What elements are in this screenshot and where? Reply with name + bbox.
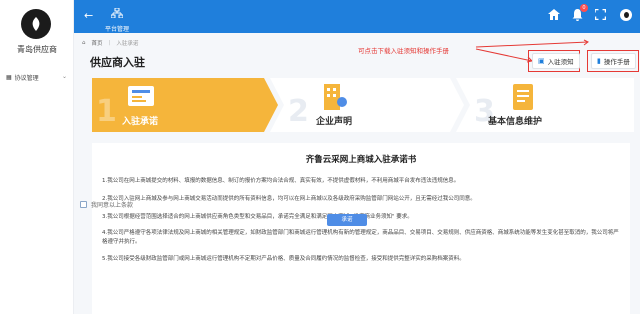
notice-button-label: 入驻须知 (547, 58, 574, 66)
agree-label: 我同意以上条款 (91, 202, 134, 209)
paragraph: 4.我公司严格遵守各项法律法规及网上商城的相关管理规定，如财政监管部门和商城运行… (102, 230, 619, 245)
manual-button[interactable]: ▮ 操作手册 (591, 53, 636, 69)
top-header: ← 平台管理 0 (74, 0, 640, 33)
nav-platform-management[interactable]: 平台管理 (102, 3, 132, 33)
step-number: 1 (96, 94, 117, 129)
fullscreen-icon[interactable] (594, 8, 607, 23)
step-1: 1 入驻承诺 (92, 78, 264, 132)
logo (21, 9, 51, 39)
briefcase-icon: ▣ (538, 57, 545, 65)
paragraph: 1.我公司在网上商城提交的材料、填报的数据信息、制订的报价方案均合法合规、真实有… (102, 178, 460, 184)
id-card-icon (128, 86, 154, 106)
agree-checkbox[interactable] (80, 201, 87, 208)
org-chart-icon (110, 7, 124, 19)
sidebar-item-agreement[interactable]: ▦ 协议管理 ⌄ (6, 73, 67, 82)
step-label: 基本信息维护 (488, 117, 543, 127)
notice-button[interactable]: ▣ 入驻须知 (532, 53, 580, 69)
step-label: 入驻承诺 (122, 117, 159, 127)
chevron-down-icon: ⌄ (62, 73, 68, 80)
manual-button-label: 操作手册 (603, 58, 630, 66)
paragraph: 2.我公司入驻网上商城及参与网上商城交易活动而提供的所有资料信息，均可以在网上商… (102, 196, 476, 202)
logo-text: 青岛供应商 (17, 45, 57, 54)
document-title: 齐鲁云采网上商城入驻承诺书 (305, 155, 417, 165)
document-icon (513, 84, 533, 110)
commitment-card: 齐鲁云采网上商城入驻承诺书 1.我公司在网上商城提交的材料、填报的数据信息、制订… (92, 143, 630, 314)
user-avatar[interactable] (620, 9, 632, 21)
sidebar-item-label: 协议管理 (14, 75, 39, 82)
logo-icon (32, 17, 40, 31)
paragraph: 5.我公司接受各级财政监管部门或网上商城运行管理机构不定期对产品价格、质量及合同… (102, 256, 465, 262)
step-number: 2 (288, 94, 309, 129)
sidebar: 青岛供应商 ▦ 协议管理 ⌄ (0, 0, 74, 314)
step-label: 企业声明 (316, 117, 353, 127)
building-icon (324, 84, 347, 110)
home-icon[interactable] (548, 9, 560, 23)
grid-icon: ▦ (6, 74, 12, 81)
main-content: ⌂ 首页 | 入驻承诺 供应商入驻 可点击下载入驻须知和操作手册 ▣ 入驻须知 … (74, 33, 640, 314)
nav-label: 平台管理 (104, 26, 129, 33)
step-2: 2 企业声明 (284, 78, 450, 132)
agree-checkbox-row[interactable]: 我同意以上条款 (80, 200, 133, 209)
notification-badge: 0 (580, 4, 588, 12)
back-arrow-icon[interactable]: ← (84, 9, 93, 22)
book-icon: ▮ (597, 57, 601, 65)
submit-button[interactable]: 承诺 (327, 214, 367, 226)
step-3: 3 基本信息维护 (470, 78, 634, 132)
step-indicator: 1 入驻承诺 2 企业声明 3 基本信息维护 (92, 78, 634, 132)
